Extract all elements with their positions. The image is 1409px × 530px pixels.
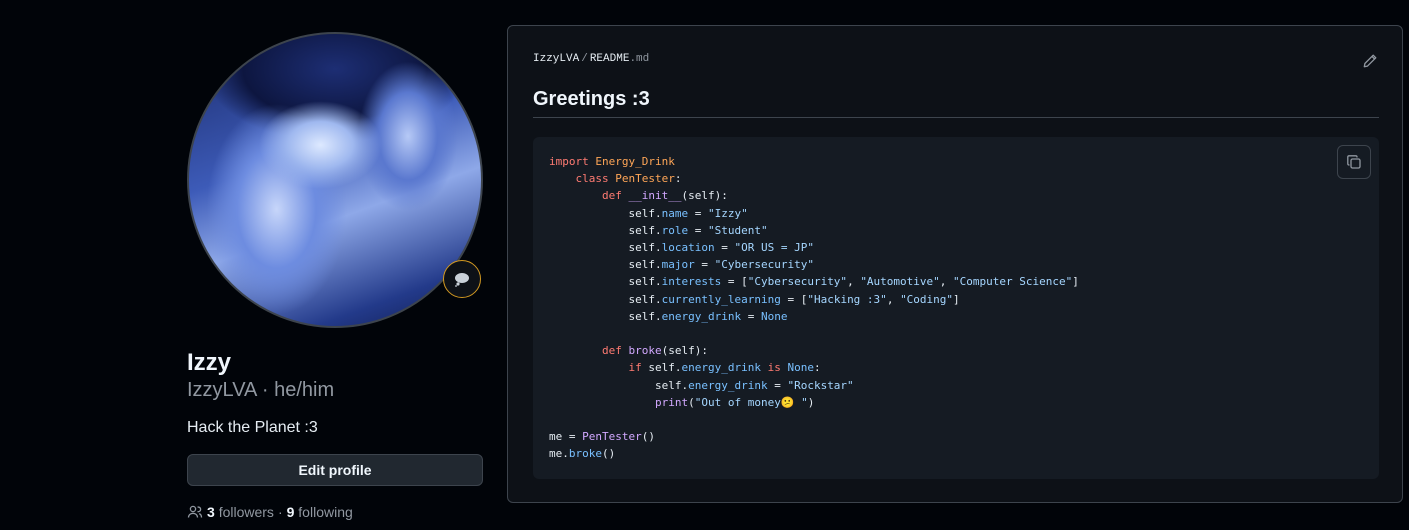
code-token: def — [601, 189, 622, 203]
followers-link[interactable]: 3 followers — [207, 504, 274, 520]
code-token: "Student" — [707, 223, 768, 237]
code-token: broke — [568, 447, 602, 461]
code-block: import Energy_Drink class PenTester: def… — [533, 137, 1379, 479]
code-token: self. — [648, 361, 682, 375]
readme-owner-link[interactable]: IzzyLVA — [533, 53, 579, 65]
code-token: me — [549, 430, 563, 444]
profile-login: IzzyLVA · he/him — [187, 379, 335, 401]
code-token: location — [661, 241, 715, 255]
followers-count: 3 — [207, 504, 215, 520]
following-count: 9 — [286, 504, 295, 520]
status-badge[interactable] — [443, 260, 481, 298]
code-token: "Out of money😕 " — [694, 395, 808, 409]
code-token: self. — [628, 241, 662, 255]
avatar-container — [187, 32, 483, 328]
edit-readme-button[interactable] — [1362, 53, 1378, 74]
readme-file-name[interactable]: README — [590, 53, 630, 65]
code-token: import — [549, 155, 589, 168]
code-token: "Cybersecurity" — [747, 275, 848, 289]
profile-sidebar: Izzy IzzyLVA · he/him Hack the Planet :3… — [187, 32, 483, 520]
copy-icon — [1347, 155, 1361, 169]
code-token: "Hacking :3" — [807, 292, 887, 306]
readme-heading: Greetings :3 — [533, 88, 1379, 118]
code-token: "Cybersecurity" — [714, 258, 814, 272]
code-token: __init__ — [628, 189, 682, 203]
code-token: class — [575, 172, 609, 186]
readme-file-ext: .md — [629, 53, 650, 65]
code-token: broke — [628, 344, 662, 358]
readme-card: IzzyLVA / README.md Greetings :3 import En… — [507, 25, 1403, 503]
code-token: if — [628, 361, 642, 375]
profile-bio: Hack the Planet :3 — [187, 419, 318, 436]
code-token: "Coding" — [900, 292, 954, 306]
code-token: PenTester — [615, 172, 675, 186]
code-token: print — [654, 395, 689, 409]
code-content: import Energy_Drink class PenTester: def… — [549, 155, 1079, 461]
code-token: self. — [628, 309, 662, 323]
following-label: following — [298, 504, 353, 520]
avatar[interactable] — [187, 32, 483, 328]
code-token: interests — [661, 275, 722, 289]
code-token: self. — [628, 258, 662, 272]
code-token: None — [760, 309, 788, 323]
code-token: "Izzy" — [707, 206, 748, 220]
code-token: self. — [628, 223, 662, 237]
code-token: currently_learning — [661, 292, 781, 306]
people-icon — [187, 505, 203, 518]
copy-button[interactable] — [1337, 145, 1371, 179]
separator-dot: · — [277, 504, 283, 520]
following-link[interactable]: 9 following — [287, 504, 353, 520]
code-token: energy_drink — [661, 309, 742, 323]
code-token: (self): — [681, 189, 728, 203]
code-token: self. — [628, 275, 662, 289]
code-token: (self): — [661, 344, 708, 358]
code-token: is — [767, 361, 781, 375]
username: IzzyLVA — [187, 379, 257, 401]
code-token: PenTester — [582, 430, 642, 444]
code-token: Energy_Drink — [595, 155, 675, 168]
code-token: major — [661, 258, 695, 272]
code-token: name — [661, 206, 689, 220]
code-token: "Computer Science" — [953, 275, 1073, 289]
edit-profile-button[interactable]: Edit profile — [187, 454, 483, 486]
code-token: energy_drink — [688, 378, 768, 392]
code-token: self. — [654, 378, 689, 392]
follow-stats: 3 followers · 9 following — [187, 504, 483, 520]
pronouns: he/him — [274, 379, 335, 401]
code-token: def — [601, 344, 622, 358]
pencil-icon — [1363, 54, 1377, 68]
code-token: self. — [628, 292, 662, 306]
code-token: None — [787, 361, 814, 375]
readme-breadcrumb: IzzyLVA / README.md — [533, 53, 649, 65]
followers-label: followers — [218, 504, 274, 520]
code-token: self. — [628, 206, 662, 220]
code-token: role — [661, 223, 689, 237]
thought-bubble-icon — [455, 273, 469, 287]
breadcrumb-separator: / — [581, 53, 588, 65]
code-token: "Rockstar" — [787, 378, 854, 392]
code-token: "OR US = JP" — [734, 241, 814, 255]
code-token: "Automotive" — [860, 275, 940, 289]
code-token: me — [549, 447, 563, 461]
code-token: energy_drink — [681, 361, 761, 375]
profile-name: Izzy — [187, 349, 232, 376]
